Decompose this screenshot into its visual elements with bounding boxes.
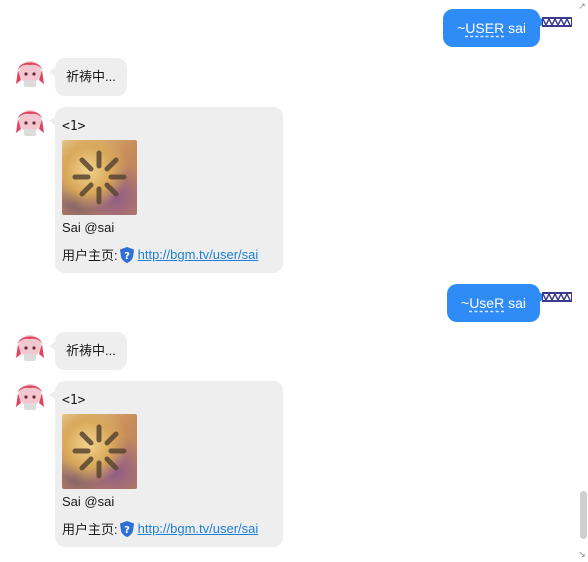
bubble-tail xyxy=(49,67,56,77)
bubble-tail xyxy=(49,116,56,126)
pixel-banner-avatar-icon[interactable] xyxy=(542,17,572,27)
bubble-tail xyxy=(49,390,56,400)
user-display-name: Sai @sai xyxy=(62,220,115,235)
user-homepage-row: 用户主页: ? http://bgm.tv/user/sai xyxy=(62,519,258,538)
loading-spinner-icon xyxy=(72,150,127,205)
anime-girl-avatar-icon[interactable] xyxy=(15,107,45,137)
command-prefix: ~ xyxy=(461,295,470,311)
command-arg: sai xyxy=(504,20,526,36)
chat-history: ~USER sai 祈祷中... <1> Sai @sai 用户主页: ? ht… xyxy=(0,0,580,562)
scrollbar-thumb[interactable] xyxy=(580,491,587,539)
user-message: ~UseR sai xyxy=(380,284,580,322)
anime-girl-avatar-icon[interactable] xyxy=(15,381,45,411)
question-shield-icon: ? xyxy=(119,520,134,537)
pixel-banner-avatar-icon[interactable] xyxy=(542,292,572,302)
user-message: ~USER sai xyxy=(380,9,580,47)
question-shield-icon: ? xyxy=(119,246,134,263)
scroll-down-icon[interactable]: ↘ xyxy=(576,550,588,560)
praying-text: 祈祷中... xyxy=(66,69,116,84)
svg-text:?: ? xyxy=(124,251,130,262)
command-name: USER xyxy=(465,20,505,36)
loading-spinner-icon xyxy=(72,424,127,479)
user-avatar-thumbnail[interactable] xyxy=(62,140,137,215)
user-message-bubble[interactable]: ~USER sai xyxy=(443,9,547,47)
homepage-label: 用户主页: xyxy=(62,522,118,537)
user-message-bubble[interactable]: ~UseR sai xyxy=(447,284,547,322)
result-index: <1> xyxy=(62,119,86,134)
svg-text:?: ? xyxy=(124,525,130,536)
user-info-card[interactable]: <1> Sai @sai 用户主页: ? http://bgm.tv/user/… xyxy=(49,381,283,547)
bubble-tail xyxy=(49,341,56,351)
homepage-label: 用户主页: xyxy=(62,248,118,263)
command-arg: sai xyxy=(504,295,526,311)
scroll-up-icon[interactable]: ↗ xyxy=(576,2,588,12)
user-display-name: Sai @sai xyxy=(62,494,115,509)
praying-text: 祈祷中... xyxy=(66,343,116,358)
anime-girl-avatar-icon[interactable] xyxy=(15,58,45,88)
command-name: UseR xyxy=(469,295,505,311)
bot-message-bubble[interactable]: 祈祷中... xyxy=(49,58,127,96)
user-homepage-row: 用户主页: ? http://bgm.tv/user/sai xyxy=(62,245,258,264)
homepage-link[interactable]: http://bgm.tv/user/sai xyxy=(138,247,259,262)
homepage-link[interactable]: http://bgm.tv/user/sai xyxy=(138,521,259,536)
user-avatar-thumbnail[interactable] xyxy=(62,414,137,489)
bot-message-bubble[interactable]: 祈祷中... xyxy=(49,332,127,370)
anime-girl-avatar-icon[interactable] xyxy=(15,332,45,362)
user-info-card[interactable]: <1> Sai @sai 用户主页: ? http://bgm.tv/user/… xyxy=(49,107,283,273)
result-index: <1> xyxy=(62,393,86,408)
